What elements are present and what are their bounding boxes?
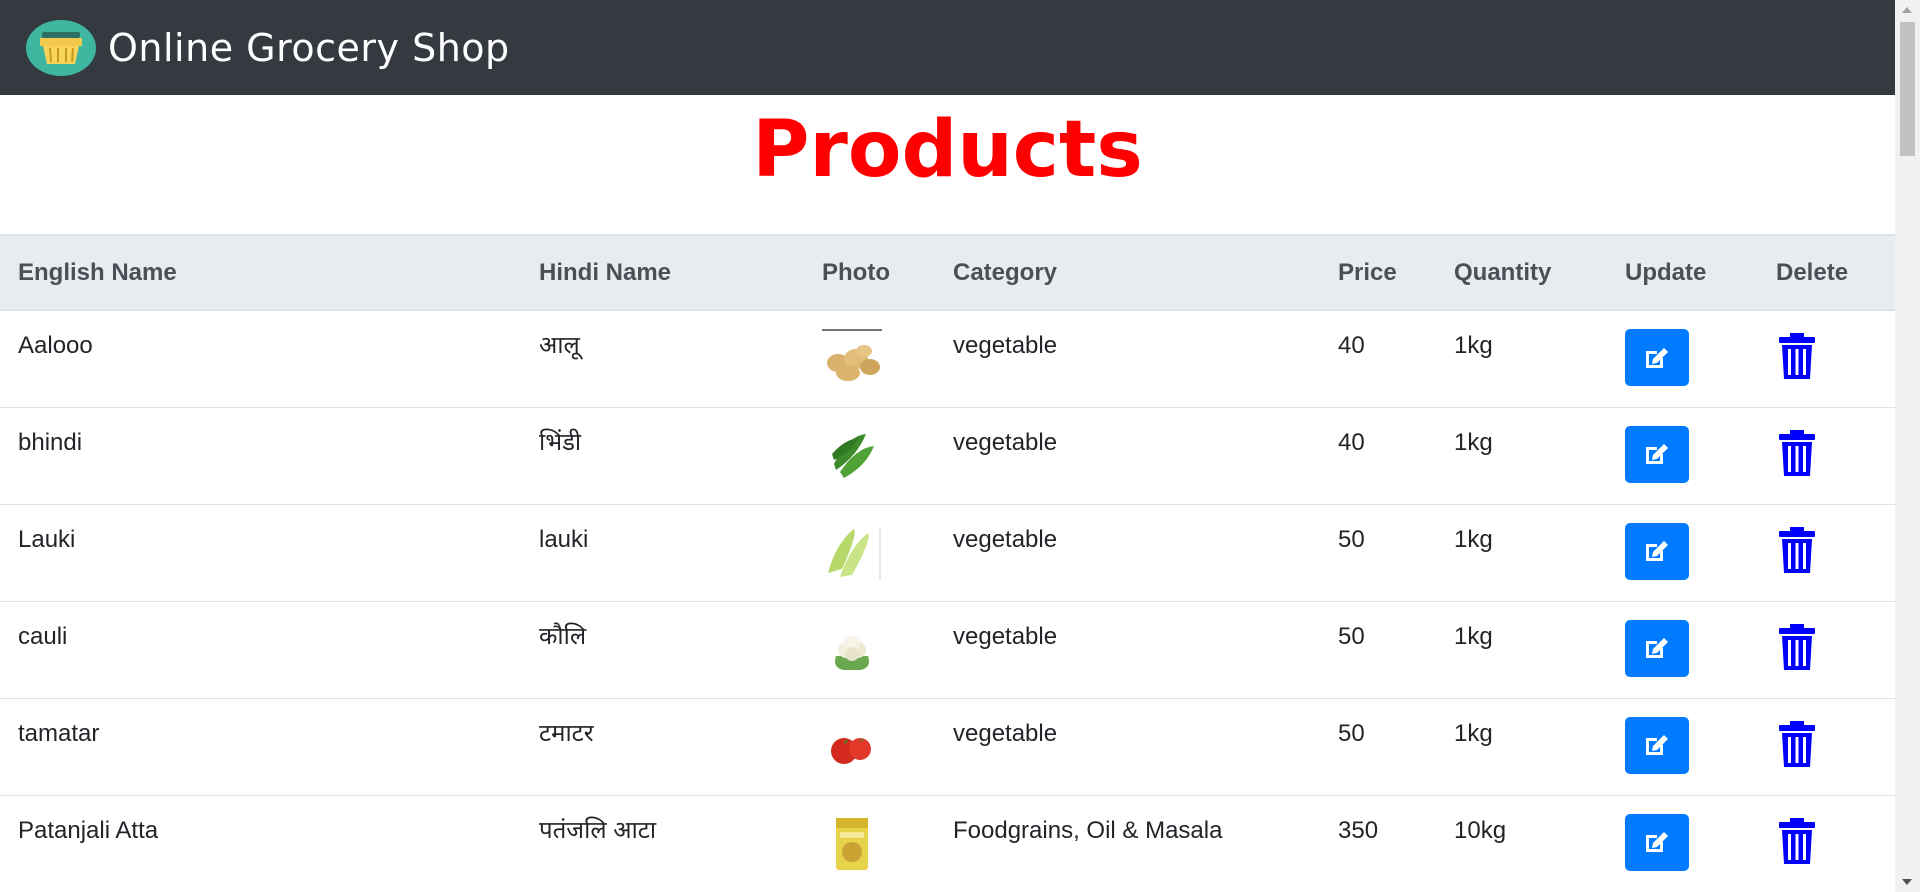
- edit-icon: [1646, 832, 1668, 852]
- price-cell: 350: [1338, 816, 1379, 844]
- quantity-cell: 1kg: [1454, 622, 1493, 650]
- price-cell: 50: [1338, 525, 1365, 553]
- english-name-cell: cauli: [18, 622, 68, 650]
- column-header-delete: Delete: [1776, 258, 1849, 286]
- vertical-scrollbar[interactable]: [1895, 0, 1920, 892]
- delete-button[interactable]: [1776, 816, 1818, 866]
- potato-image: [822, 329, 882, 381]
- category-cell: vegetable: [953, 332, 1058, 359]
- delete-button[interactable]: [1776, 719, 1818, 769]
- update-button[interactable]: [1625, 522, 1689, 580]
- quantity-cell: 1kg: [1454, 428, 1493, 456]
- table-row: Aalooo आलू vegetable 40 1kg: [0, 310, 1895, 407]
- scroll-up-icon[interactable]: [1902, 7, 1912, 13]
- hindi-name-cell: lauki: [539, 525, 589, 553]
- category-cell: vegetable: [953, 428, 1058, 456]
- delete-button[interactable]: [1776, 525, 1818, 575]
- scrollbar-thumb[interactable]: [1900, 22, 1915, 156]
- category-cell: vegetable: [953, 622, 1058, 650]
- hindi-name-cell: टमाटर: [539, 719, 594, 747]
- update-button[interactable]: [1625, 716, 1689, 774]
- price-cell: 40: [1338, 428, 1365, 456]
- hindi-name-cell: भिंडी: [539, 428, 582, 456]
- edit-icon: [1646, 638, 1668, 658]
- table-row: tamatar टमाटर vegetable 50 1kg: [0, 698, 1895, 795]
- english-name-cell: Lauki: [18, 525, 76, 553]
- edit-icon: [1646, 347, 1668, 368]
- flour-pack-image: [836, 817, 868, 870]
- trash-icon: [1779, 817, 1815, 864]
- english-name-cell: tamatar: [18, 719, 100, 747]
- category-cell: vegetable: [953, 719, 1058, 747]
- cauliflower-image: [835, 635, 869, 670]
- edit-icon: [1646, 735, 1668, 755]
- table-row: Lauki lauki vegetable 50 1kg: [0, 504, 1895, 601]
- column-header-hindi-name: Hindi Name: [539, 258, 672, 286]
- edit-icon: [1646, 444, 1668, 464]
- quantity-cell: 10kg: [1454, 816, 1507, 844]
- update-button[interactable]: [1625, 329, 1689, 386]
- trash-icon: [1779, 623, 1815, 670]
- bottle-gourd-image: [828, 526, 881, 579]
- tomato-image: [831, 737, 871, 764]
- column-header-update: Update: [1625, 258, 1707, 286]
- english-name-cell: Patanjali Atta: [18, 816, 159, 844]
- delete-button[interactable]: [1776, 331, 1818, 381]
- products-table: English Name Hindi Name Photo Category P…: [0, 234, 1895, 892]
- price-cell: 50: [1338, 622, 1365, 650]
- category-cell: vegetable: [953, 525, 1058, 553]
- column-header-english-name: English Name: [18, 258, 177, 286]
- hindi-name-cell: कौलि: [539, 622, 587, 650]
- okra-image: [832, 433, 874, 478]
- quantity-cell: 1kg: [1454, 332, 1493, 359]
- column-header-quantity: Quantity: [1454, 258, 1552, 286]
- column-header-category: Category: [953, 258, 1058, 286]
- update-button[interactable]: [1625, 425, 1689, 483]
- products-table-wrap: English Name Hindi Name Photo Category P…: [0, 234, 1895, 892]
- edit-icon: [1646, 541, 1668, 561]
- hindi-name-cell: आलू: [539, 332, 580, 359]
- quantity-cell: 1kg: [1454, 525, 1493, 553]
- english-name-cell: Aalooo: [18, 332, 93, 359]
- table-header-row: English Name Hindi Name Photo Category P…: [0, 235, 1895, 310]
- column-header-photo: Photo: [822, 258, 890, 286]
- table-row: Patanjali Atta पतंजलि आटा Foodgrains, Oi…: [0, 795, 1895, 892]
- delete-button[interactable]: [1776, 622, 1818, 672]
- navbar: Online Grocery Shop: [0, 0, 1895, 95]
- update-button[interactable]: [1625, 813, 1689, 871]
- basket-icon[interactable]: [26, 19, 96, 76]
- brand-title[interactable]: Online Grocery Shop: [108, 26, 510, 70]
- table-row: cauli कौलि vegetable 50 1kg: [0, 601, 1895, 698]
- trash-icon: [1779, 720, 1815, 767]
- delete-button[interactable]: [1776, 428, 1818, 478]
- trash-icon: [1779, 526, 1815, 573]
- scroll-down-icon[interactable]: [1902, 879, 1912, 885]
- category-cell: Foodgrains, Oil & Masala: [953, 816, 1223, 844]
- price-cell: 50: [1338, 719, 1365, 747]
- page-title: Products: [752, 105, 1143, 195]
- hindi-name-cell: पतंजलि आटा: [539, 816, 657, 844]
- quantity-cell: 1kg: [1454, 719, 1493, 747]
- trash-icon: [1779, 333, 1815, 379]
- update-button[interactable]: [1625, 619, 1689, 677]
- table-row: bhindi भिंडी vegetable 40 1kg: [0, 407, 1895, 504]
- trash-icon: [1779, 429, 1815, 476]
- price-cell: 40: [1338, 332, 1365, 359]
- english-name-cell: bhindi: [18, 428, 83, 456]
- column-header-price: Price: [1338, 258, 1397, 286]
